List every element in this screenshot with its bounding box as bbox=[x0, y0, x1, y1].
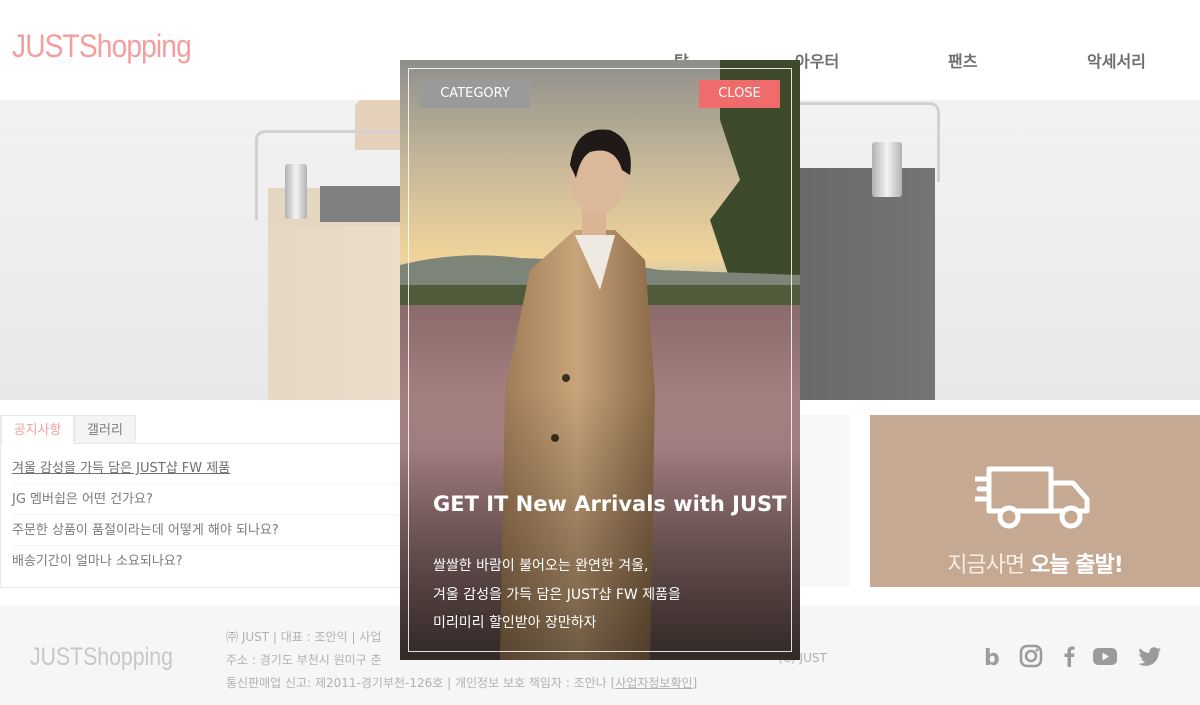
modal-text-line: 미리미리 할인받아 장만하자 bbox=[433, 615, 597, 631]
category-button[interactable]: CATEGORY bbox=[420, 80, 530, 108]
page: JUSTShopping 탑 아우터 팬츠 악세서리 공지사항 갤러리 겨울 감… bbox=[0, 0, 1200, 705]
promo-modal: CATEGORY CLOSE GET IT New Arrivals with … bbox=[400, 60, 800, 660]
modal-title: GET IT New Arrivals with JUST bbox=[433, 492, 787, 516]
close-button[interactable]: CLOSE bbox=[699, 80, 780, 108]
modal-text-line: 쌀쌀한 바람이 불어오는 완연한 겨울, bbox=[433, 558, 649, 574]
modal-text-line: 겨울 감성을 가득 담은 JUST샵 FW 제품을 bbox=[433, 587, 681, 603]
